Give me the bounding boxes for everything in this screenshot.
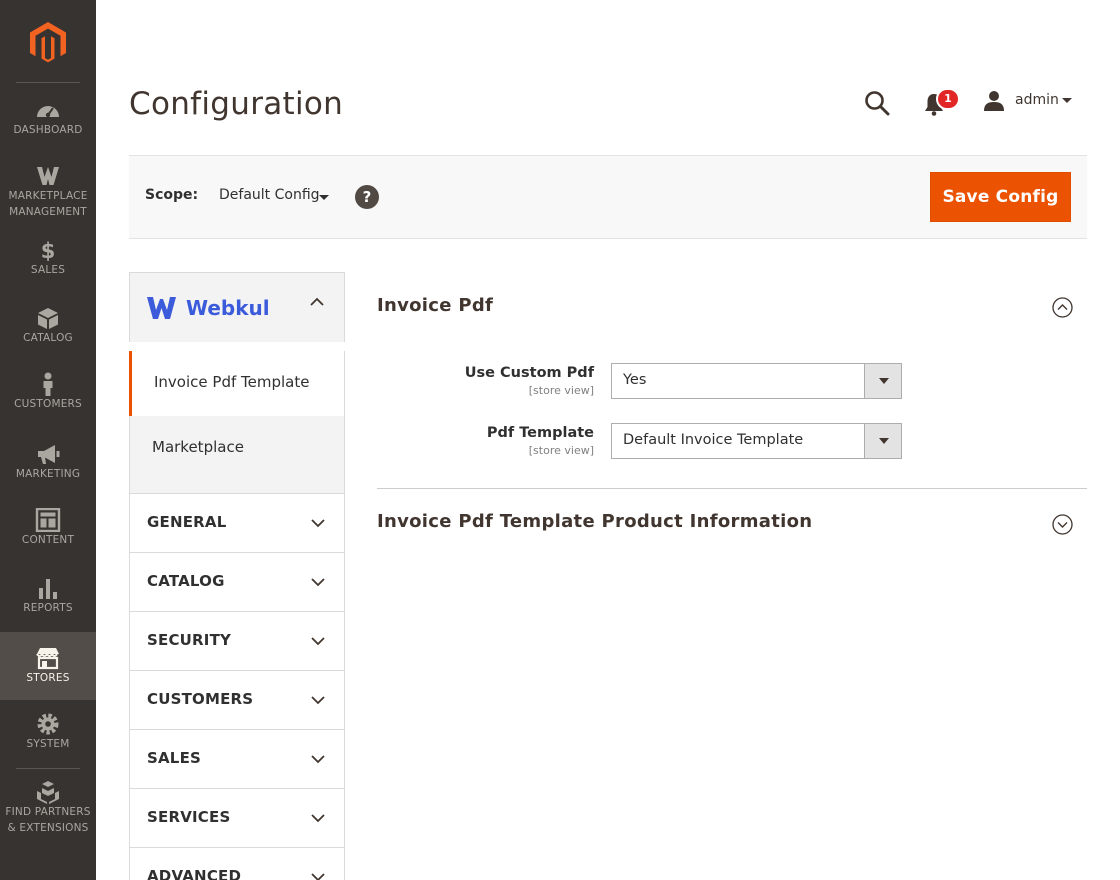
select-value: Default Invoice Template — [623, 432, 804, 448]
cubes-icon — [37, 781, 59, 804]
nav-label: REPORTS — [23, 602, 73, 614]
nav-label: CUSTOMERS — [14, 398, 82, 410]
select-value: Yes — [623, 372, 647, 388]
nav-label: FIND PARTNERS & EXTENSIONS — [5, 806, 91, 834]
save-config-button[interactable]: Save Config — [930, 172, 1071, 222]
tab-group-advanced[interactable]: ADVANCED — [129, 848, 345, 880]
nav-item-system[interactable]: SYSTEM — [0, 712, 96, 758]
dollar-icon: $ — [41, 239, 56, 262]
field-label-pdf-template: Pdf Template — [486, 425, 594, 441]
chevron-down-icon — [311, 578, 325, 587]
chevron-down-icon — [311, 696, 325, 705]
tab-label: Invoice Pdf Template — [154, 373, 310, 391]
nav-label: MARKETPLACE MANAGEMENT — [8, 190, 88, 218]
chevron-down-icon[interactable] — [1062, 98, 1072, 103]
admin-sidebar: DASHBOARD MARKETPLACE MANAGEMENT $ SALES… — [0, 0, 96, 880]
tab-group-customers[interactable]: CUSTOMERS — [129, 671, 345, 730]
use-custom-pdf-select[interactable]: Yes — [611, 363, 902, 399]
svg-text:$: $ — [41, 239, 56, 262]
magento-logo-icon[interactable] — [28, 20, 68, 64]
field-scope: [store view] — [528, 384, 594, 397]
nav-label: SALES — [30, 264, 66, 276]
dashboard-icon — [37, 106, 59, 118]
nav-divider — [16, 768, 80, 769]
storefront-icon — [36, 648, 59, 670]
chevron-up-icon[interactable] — [310, 297, 324, 307]
nav-item-marketing[interactable]: MARKETING — [0, 442, 96, 488]
tab-group-services[interactable]: SERVICES — [129, 789, 345, 848]
pdf-template-select[interactable]: Default Invoice Template — [611, 423, 902, 459]
nav-item-content[interactable]: CONTENT — [0, 508, 96, 554]
field-label-use-custom-pdf: Use Custom Pdf — [464, 365, 594, 381]
scope-label: Scope: — [145, 187, 199, 203]
nav-item-catalog[interactable]: CATALOG — [0, 306, 96, 352]
nav-label: SYSTEM — [26, 738, 70, 750]
collapse-circle-icon[interactable] — [1052, 297, 1073, 318]
scope-bar: Scope: Default Config ? Save Config — [129, 155, 1087, 239]
bar-chart-icon — [39, 579, 57, 599]
notification-badge[interactable]: 1 — [936, 88, 960, 110]
tab-invoice-pdf-template[interactable]: Invoice Pdf Template — [129, 351, 345, 416]
gear-icon — [37, 713, 59, 735]
chevron-down-icon — [311, 637, 325, 646]
nav-item-stores[interactable]: STORES — [0, 632, 96, 700]
section-divider — [377, 488, 1087, 489]
tab-group-label: CATALOG — [147, 572, 225, 590]
nav-label: DASHBOARD — [13, 124, 83, 136]
tab-group-label: GENERAL — [147, 513, 227, 531]
chevron-down-icon[interactable] — [864, 364, 901, 398]
nav-item-sales[interactable]: $ SALES — [0, 238, 96, 284]
tab-marketplace[interactable]: Marketplace — [129, 416, 345, 494]
nav-item-customers[interactable]: CUSTOMERS — [0, 372, 96, 418]
nav-label: CONTENT — [21, 534, 75, 546]
tab-group-label: SALES — [147, 749, 202, 767]
section-title-invoice-pdf[interactable]: Invoice Pdf — [377, 295, 493, 316]
box-icon — [38, 308, 58, 329]
field-scope: [store view] — [528, 444, 594, 457]
nav-item-reports[interactable]: REPORTS — [0, 576, 96, 622]
nav-item-dashboard[interactable]: DASHBOARD — [0, 98, 96, 146]
chevron-down-icon[interactable] — [319, 195, 329, 200]
scope-switcher[interactable]: Default Config — [219, 187, 320, 203]
nav-label: CATALOG — [23, 332, 73, 344]
tab-group-label: ADVANCED — [147, 867, 242, 880]
tab-group-label: SECURITY — [147, 631, 232, 649]
webkul-logo: Webkul — [147, 296, 270, 320]
person-icon — [43, 372, 53, 396]
user-icon[interactable] — [983, 90, 1005, 112]
tab-group-general[interactable]: GENERAL — [129, 494, 345, 553]
config-tabs: Webkul Invoice Pdf Template Marketplace … — [129, 272, 345, 880]
chevron-down-icon[interactable] — [864, 424, 901, 458]
nav-divider — [16, 82, 80, 83]
nav-item-marketplace-management[interactable]: MARKETPLACE MANAGEMENT — [0, 164, 96, 224]
search-icon[interactable] — [864, 90, 890, 116]
tab-group-label: SERVICES — [147, 808, 231, 826]
user-name[interactable]: admin — [1015, 92, 1059, 108]
tab-group-webkul[interactable]: Webkul — [129, 272, 345, 342]
tab-label: Marketplace — [152, 438, 244, 456]
tab-group-catalog[interactable]: CATALOG — [129, 553, 345, 612]
marketplace-icon — [37, 167, 59, 185]
tab-group-sales[interactable]: SALES — [129, 730, 345, 789]
megaphone-icon — [38, 445, 60, 464]
nav-item-find-partners[interactable]: FIND PARTNERS & EXTENSIONS — [0, 780, 96, 840]
chevron-down-icon — [311, 755, 325, 764]
chevron-down-icon — [311, 519, 325, 528]
webkul-wordmark: Webkul — [186, 296, 270, 320]
chevron-down-icon — [311, 873, 325, 880]
content-layout-icon — [35, 508, 61, 532]
section-title-product-information[interactable]: Invoice Pdf Template Product Information — [377, 511, 812, 532]
chevron-down-icon — [311, 814, 325, 823]
nav-label: STORES — [26, 672, 70, 684]
page-title: Configuration — [129, 86, 344, 122]
nav-label: MARKETING — [15, 468, 81, 480]
tab-group-label: CUSTOMERS — [147, 690, 254, 708]
expand-circle-icon[interactable] — [1052, 514, 1073, 535]
help-icon[interactable]: ? — [355, 185, 379, 209]
tab-group-security[interactable]: SECURITY — [129, 612, 345, 671]
